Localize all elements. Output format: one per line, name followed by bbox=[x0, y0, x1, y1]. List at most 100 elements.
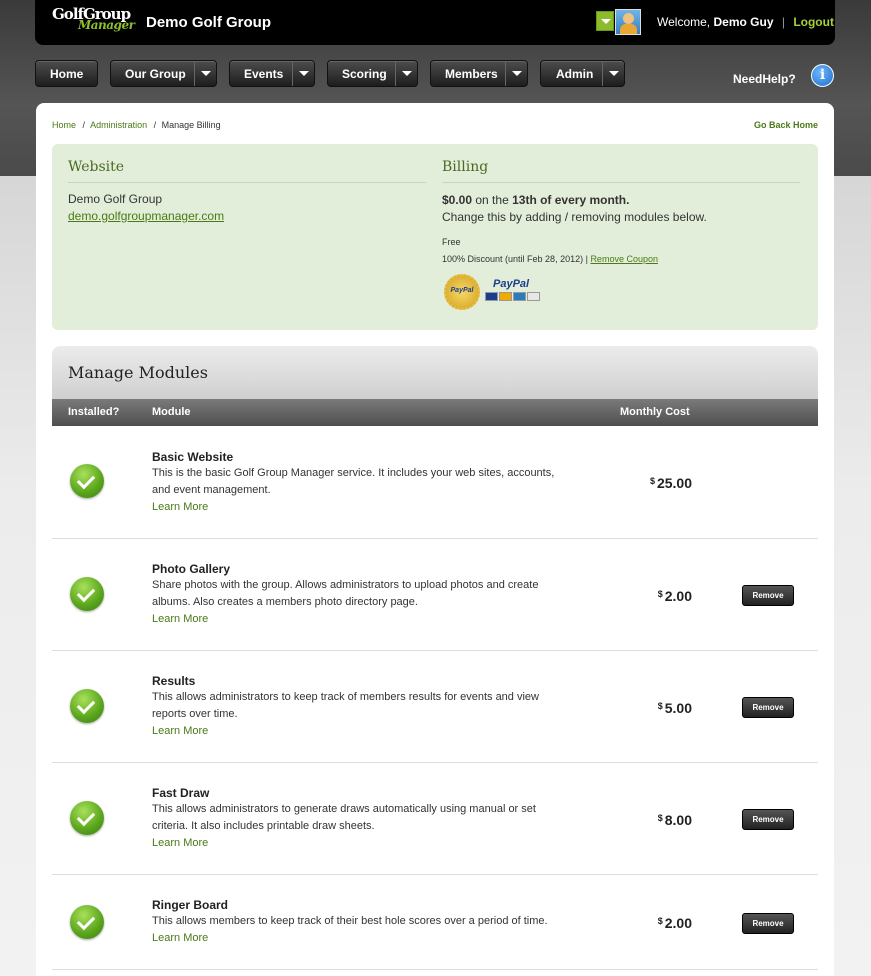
logo[interactable]: GolfGroup Manager bbox=[52, 5, 135, 33]
remove-button[interactable]: Remove bbox=[742, 697, 794, 718]
manage-modules-header: Manage Modules bbox=[52, 346, 818, 400]
remove-button[interactable]: Remove bbox=[742, 913, 794, 934]
module-description: This allows members to keep track of the… bbox=[152, 915, 548, 927]
module-cost-value: 25.00 bbox=[656, 475, 692, 491]
learn-more-link[interactable]: Learn More bbox=[152, 501, 208, 513]
remove-button[interactable]: Remove bbox=[742, 809, 794, 830]
learn-more-link[interactable]: Learn More bbox=[152, 613, 208, 625]
table-row: Ringer Board This allows members to keep… bbox=[52, 875, 818, 970]
module-name: Fast Draw bbox=[152, 786, 210, 800]
mastercard-icon bbox=[499, 292, 512, 301]
col-monthly-cost: Monthly Cost bbox=[620, 406, 690, 418]
module-cost: $5.00 bbox=[658, 700, 692, 716]
currency-symbol: $ bbox=[657, 813, 663, 823]
nav-events-label: Events bbox=[244, 67, 284, 81]
check-icon bbox=[70, 905, 104, 939]
nav-our-group-button[interactable]: Our Group bbox=[110, 60, 217, 87]
billing-change-text: Change this by adding / removing modules… bbox=[442, 210, 707, 224]
module-cost-value: 2.00 bbox=[664, 915, 692, 931]
visa-card-icon bbox=[485, 292, 498, 301]
breadcrumb-separator: / bbox=[153, 120, 157, 130]
go-back-home-link[interactable]: Go Back Home bbox=[754, 120, 818, 130]
logout-link[interactable]: Logout bbox=[793, 15, 834, 29]
module-name: Ringer Board bbox=[152, 898, 229, 912]
nav-scoring-label: Scoring bbox=[342, 67, 387, 81]
nav-home-label: Home bbox=[50, 67, 84, 81]
modules-table-header: Installed? Module Monthly Cost bbox=[52, 399, 818, 426]
user-name: Demo Guy bbox=[713, 15, 774, 29]
nav-members-label: Members bbox=[445, 67, 498, 81]
currency-symbol: $ bbox=[649, 476, 655, 486]
chevron-down-icon[interactable] bbox=[395, 61, 417, 86]
welcome-separator: | bbox=[781, 15, 785, 29]
manage-modules-title: Manage Modules bbox=[68, 363, 208, 382]
table-row: Photo Gallery Share photos with the grou… bbox=[52, 539, 818, 651]
logo-text-manager: Manager bbox=[78, 18, 135, 32]
breadcrumb-separator: / bbox=[82, 120, 86, 130]
currency-symbol: $ bbox=[657, 589, 663, 599]
col-installed: Installed? bbox=[68, 406, 120, 418]
nav-members-button[interactable]: Members bbox=[430, 60, 528, 87]
website-name: Demo Golf Group bbox=[68, 192, 163, 206]
module-description: This allows administrators to generate d… bbox=[152, 803, 536, 832]
learn-more-link[interactable]: Learn More bbox=[152, 837, 208, 849]
module-name: Photo Gallery bbox=[152, 562, 231, 576]
website-url-link[interactable]: demo.golfgroupmanager.com bbox=[68, 209, 224, 223]
billing-discount-text: 100% Discount (until Feb 28, 2012) | bbox=[442, 254, 588, 264]
chevron-down-icon[interactable] bbox=[194, 61, 216, 86]
module-name: Basic Website bbox=[152, 450, 234, 464]
billing-summary: $0.00 on the 13th of every month. bbox=[442, 193, 629, 207]
paypal-logo-text: PayPal bbox=[493, 278, 530, 290]
module-cost-value: 8.00 bbox=[664, 812, 692, 828]
remove-button[interactable]: Remove bbox=[742, 585, 794, 606]
billing-heading: Billing bbox=[442, 159, 800, 183]
site-title: Demo Golf Group bbox=[146, 14, 271, 31]
table-row: Fast Draw This allows administrators to … bbox=[52, 763, 818, 875]
table-row: Basic Website This is the basic Golf Gro… bbox=[52, 426, 818, 539]
module-description: Share photos with the group. Allows admi… bbox=[152, 579, 539, 608]
nav-our-group-label: Our Group bbox=[125, 67, 186, 81]
user-dropdown-icon[interactable] bbox=[596, 11, 614, 31]
learn-more-link[interactable]: Learn More bbox=[152, 725, 208, 737]
website-billing-box: Website Demo Golf Group demo.golfgroupma… bbox=[52, 144, 818, 330]
paypal-cards-icon: PayPal bbox=[485, 278, 541, 304]
avatar[interactable] bbox=[615, 9, 641, 35]
table-row: Results This allows administrators to ke… bbox=[52, 651, 818, 763]
module-name: Results bbox=[152, 674, 196, 688]
breadcrumb: Home / Administration / Manage Billing bbox=[52, 120, 221, 130]
module-description: This is the basic Golf Group Manager ser… bbox=[152, 467, 555, 496]
module-description: This allows administrators to keep track… bbox=[152, 691, 539, 720]
col-module: Module bbox=[152, 406, 191, 418]
website-heading: Website bbox=[68, 159, 426, 183]
need-help-link[interactable]: NeedHelp? bbox=[733, 72, 796, 86]
check-icon bbox=[70, 689, 104, 723]
info-icon[interactable]: i bbox=[811, 64, 834, 87]
billing-amount: $0.00 bbox=[442, 193, 473, 207]
nav-home-button[interactable]: Home bbox=[35, 60, 98, 87]
currency-symbol: $ bbox=[657, 701, 663, 711]
module-cost: $8.00 bbox=[658, 812, 692, 828]
amex-card-icon bbox=[513, 292, 526, 301]
billing-plan: Free bbox=[442, 237, 461, 247]
module-cost: $2.00 bbox=[658, 588, 692, 604]
chevron-down-icon[interactable] bbox=[505, 61, 527, 86]
welcome-text: Welcome, Demo Guy | Logout bbox=[657, 15, 834, 29]
check-icon bbox=[70, 464, 104, 498]
check-icon bbox=[70, 801, 104, 835]
nav-scoring-button[interactable]: Scoring bbox=[327, 60, 418, 87]
welcome-prefix: Welcome, bbox=[657, 15, 711, 29]
billing-discount: 100% Discount (until Feb 28, 2012) | Rem… bbox=[442, 254, 658, 264]
billing-on-the: on the bbox=[475, 193, 509, 207]
breadcrumb-administration[interactable]: Administration bbox=[90, 120, 147, 130]
chevron-down-icon[interactable] bbox=[602, 61, 624, 86]
discover-card-icon bbox=[527, 292, 540, 301]
learn-more-link[interactable]: Learn More bbox=[152, 932, 208, 944]
main-panel: Home / Administration / Manage Billing G… bbox=[36, 103, 834, 976]
check-icon bbox=[70, 577, 104, 611]
remove-coupon-link[interactable]: Remove Coupon bbox=[590, 254, 658, 264]
nav-admin-button[interactable]: Admin bbox=[540, 60, 625, 87]
chevron-down-icon[interactable] bbox=[292, 61, 314, 86]
breadcrumb-home[interactable]: Home bbox=[52, 120, 76, 130]
module-cost-value: 2.00 bbox=[664, 588, 692, 604]
nav-events-button[interactable]: Events bbox=[229, 60, 315, 87]
